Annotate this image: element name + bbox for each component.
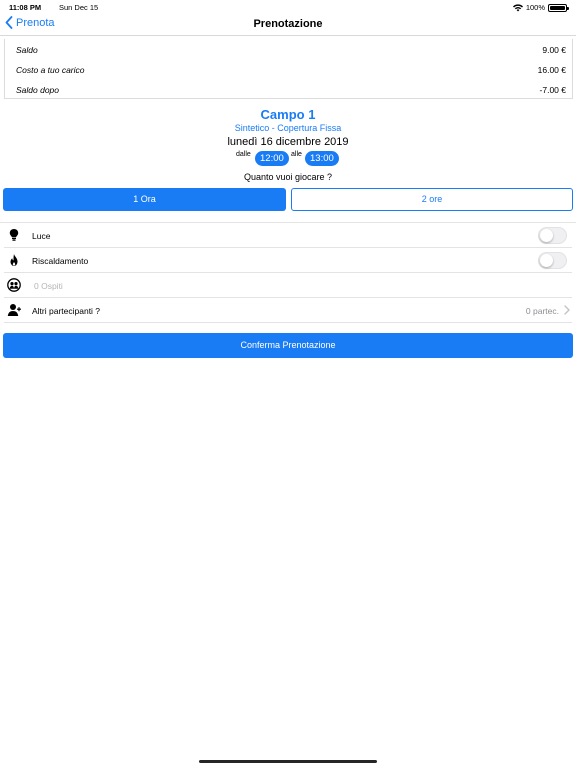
balance-value: 9.00 € (542, 45, 566, 55)
booking-date: lunedì 16 dicembre 2019 (227, 136, 349, 148)
participants-label: Altri partecipanti ? (32, 306, 101, 316)
heating-toggle[interactable] (538, 252, 567, 269)
option-row-participants[interactable]: Altri partecipanti ? 0 partec. (0, 298, 576, 323)
status-date: Sun Dec 15 (59, 3, 99, 12)
cost-value: 16.00 € (537, 65, 566, 75)
balance-row-cost: Costo a tuo carico 16.00 € (5, 59, 572, 79)
light-label: Luce (32, 231, 51, 241)
duration-1h-button[interactable]: 1 Ora (3, 188, 286, 211)
participants-count: 0 partec. (525, 306, 559, 316)
from-label: dalle (236, 151, 251, 158)
time-range: dalle 12:00 alle 13:00 (0, 150, 576, 167)
light-toggle[interactable] (538, 227, 567, 244)
to-label: alle (291, 151, 302, 158)
balance-row-saldo: Saldo 9.00 € (5, 39, 572, 59)
court-subtitle: Sintetico - Copertura Fissa (234, 123, 342, 133)
navigation-bar: Prenota Prenotazione (0, 14, 576, 36)
page-title: Prenotazione (253, 18, 323, 30)
confirm-booking-button[interactable]: Conferma Prenotazione (3, 333, 573, 358)
end-time-badge: 13:00 (305, 151, 339, 166)
guests-icon (7, 278, 21, 292)
duration-question: Quanto vuoi giocare ? (243, 172, 333, 182)
home-indicator (199, 760, 377, 763)
balance-after-label: Saldo dopo (16, 85, 60, 95)
battery-percentage: 100% (525, 3, 545, 12)
balance-after-value: -7.00 € (539, 85, 566, 95)
status-time: 11:08 PM (9, 3, 42, 12)
flame-icon (10, 254, 18, 266)
divider (4, 322, 572, 323)
start-time-badge: 12:00 (255, 151, 289, 166)
toggle-knob (540, 254, 553, 267)
option-row-light: Luce (0, 223, 576, 248)
cost-label: Costo a tuo carico (16, 65, 85, 75)
status-bar: 11:08 PM Sun Dec 15 100% (0, 0, 576, 14)
status-indicators: 100% (512, 3, 569, 12)
court-name: Campo 1 (260, 107, 316, 122)
person-add-icon (7, 304, 21, 316)
balance-label: Saldo (16, 45, 38, 55)
guests-input[interactable]: 0 Ospiti (34, 281, 63, 291)
balance-summary: Saldo 9.00 € Costo a tuo carico 16.00 € … (4, 39, 573, 99)
option-row-guests[interactable]: 0 Ospiti (0, 273, 576, 298)
toggle-knob (540, 229, 553, 242)
lightbulb-icon (9, 229, 19, 241)
wifi-icon (512, 3, 523, 11)
balance-row-after: Saldo dopo -7.00 € (5, 79, 572, 99)
heating-label: Riscaldamento (32, 256, 89, 266)
option-row-heating: Riscaldamento (0, 248, 576, 273)
chevron-right-icon (564, 305, 570, 315)
duration-2h-button[interactable]: 2 ore (291, 188, 573, 211)
battery-icon (548, 3, 569, 12)
